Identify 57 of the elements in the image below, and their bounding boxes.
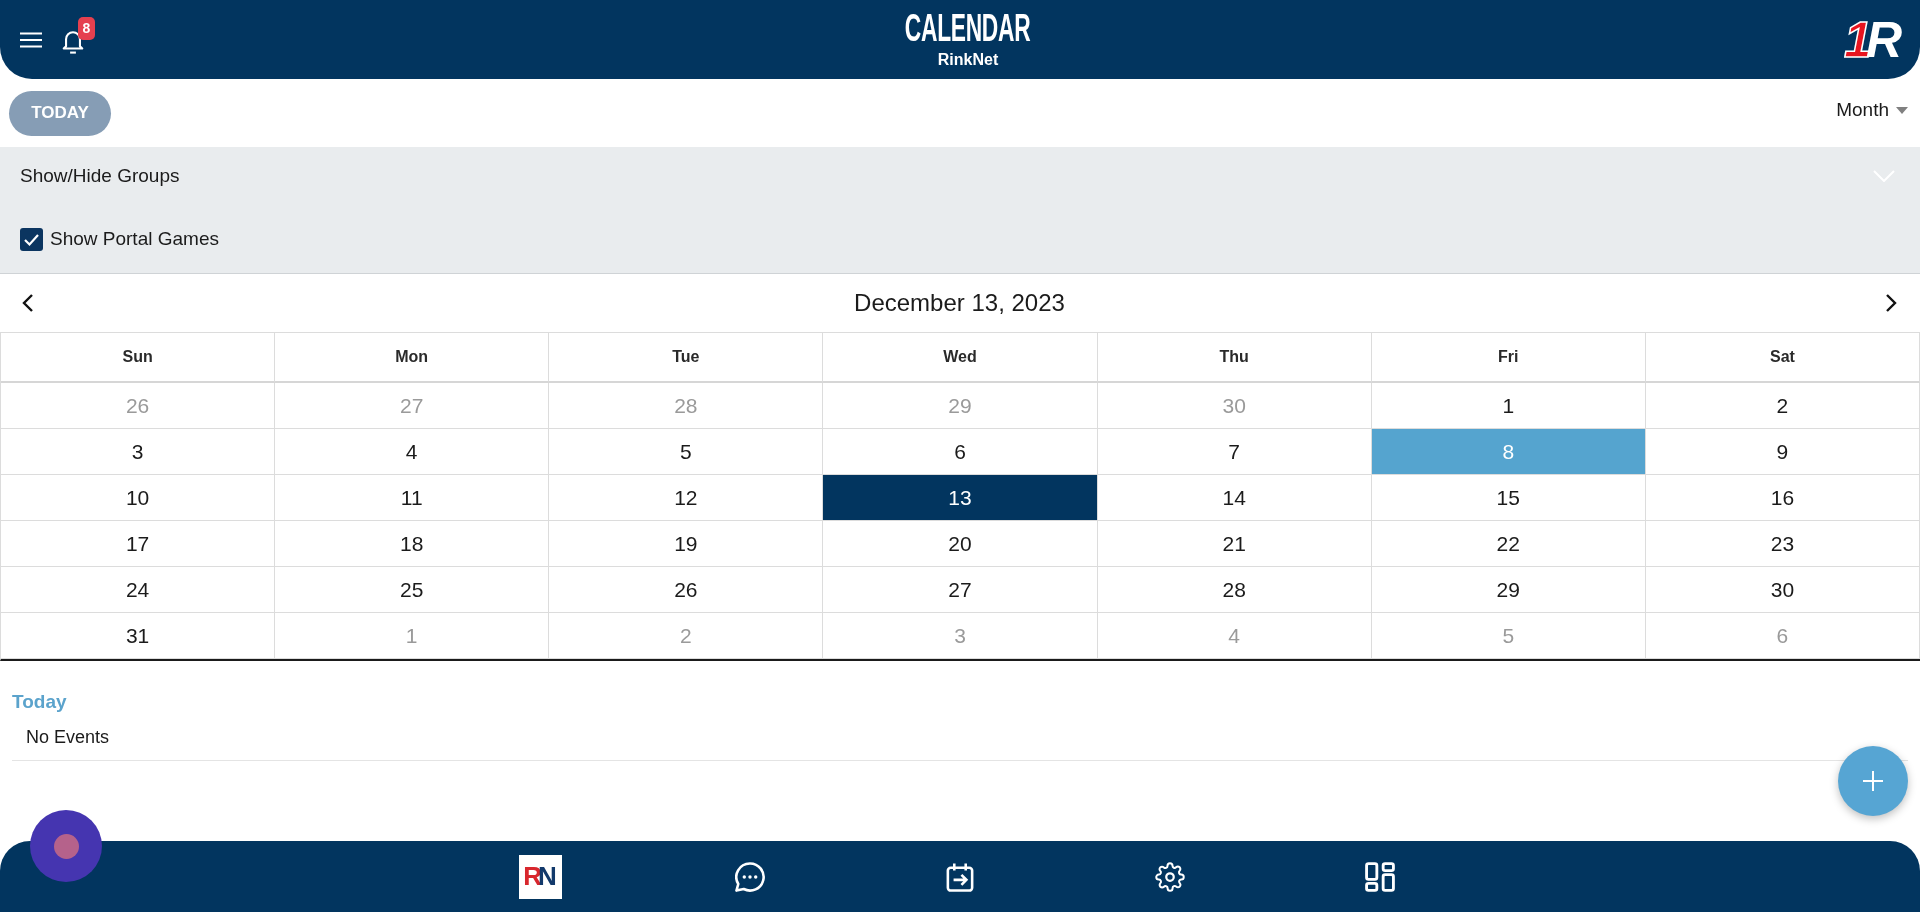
caret-down-icon: [1896, 106, 1908, 114]
add-event-button[interactable]: [1838, 746, 1908, 816]
weekday-header: Sat: [1645, 333, 1920, 383]
calendar-day[interactable]: 3: [1, 429, 276, 475]
calendar-day[interactable]: 5: [549, 429, 824, 475]
weekday-header: Tue: [549, 333, 824, 383]
dashboard-icon[interactable]: [1365, 861, 1395, 892]
notification-badge: 8: [78, 16, 95, 40]
chevron-left-icon[interactable]: [22, 293, 34, 313]
app-logo[interactable]: RN: [518, 854, 562, 899]
calendar-day[interactable]: 29: [1371, 567, 1646, 613]
calendar-day[interactable]: 31: [1, 613, 276, 659]
calendar-day[interactable]: 18: [275, 521, 550, 567]
calendar-day[interactable]: 21: [1097, 521, 1372, 567]
calendar-arrow-icon[interactable]: [945, 861, 975, 892]
page-subtitle: RinkNet: [937, 50, 999, 70]
weekday-header: Mon: [275, 333, 550, 383]
weekday-header: Thu: [1097, 333, 1372, 383]
weekday-header: Fri: [1371, 333, 1646, 383]
page-title: CALENDAR: [905, 10, 1031, 46]
calendar-day[interactable]: 17: [1, 521, 276, 567]
calendar-day[interactable]: 15: [1371, 475, 1646, 521]
checkbox[interactable]: [20, 227, 43, 251]
calendar-day[interactable]: 24: [1, 567, 276, 613]
events-heading: Today: [12, 690, 67, 714]
calendar-day[interactable]: 25: [275, 567, 550, 613]
weekday-header: Sun: [1, 333, 276, 383]
calendar-day[interactable]: 7: [1097, 429, 1372, 475]
calendar-day[interactable]: 14: [1097, 475, 1372, 521]
calendar-day[interactable]: 19: [549, 521, 824, 567]
calendar-day[interactable]: 2: [1645, 383, 1920, 429]
calendar-day[interactable]: 23: [1645, 521, 1920, 567]
chat-icon[interactable]: [735, 861, 765, 892]
menu-icon[interactable]: [20, 31, 42, 48]
calendar-day[interactable]: 4: [275, 429, 550, 475]
calendar-day[interactable]: 13: [823, 475, 1098, 521]
calendar-day[interactable]: 20: [823, 521, 1098, 567]
calendar-day[interactable]: 10: [1, 475, 276, 521]
chevron-right-icon[interactable]: [1885, 293, 1897, 313]
calendar-day[interactable]: 16: [1645, 475, 1920, 521]
calendar-title: December 13, 2023: [854, 289, 1065, 317]
settings-icon[interactable]: [1155, 861, 1185, 892]
view-dropdown[interactable]: Month: [1836, 99, 1908, 121]
dot-icon: [53, 833, 79, 859]
calendar-day[interactable]: 11: [275, 475, 550, 521]
brand-logo[interactable]: 1R: [1840, 17, 1916, 62]
calendar-day[interactable]: 28: [1097, 567, 1372, 613]
calendar-day[interactable]: 26: [549, 567, 824, 613]
checkbox-label[interactable]: Show Portal Games: [50, 228, 219, 250]
plus-icon: [1863, 771, 1883, 791]
no-events-message: No Events: [26, 726, 110, 748]
calendar-day[interactable]: 30: [1645, 567, 1920, 613]
weekday-header: Wed: [823, 333, 1098, 383]
groups-toggle-label[interactable]: Show/Hide Groups: [20, 165, 180, 187]
calendar-day[interactable]: 27: [823, 567, 1098, 613]
calendar-day[interactable]: 22: [1371, 521, 1646, 567]
calendar-day[interactable]: 9: [1645, 429, 1920, 475]
